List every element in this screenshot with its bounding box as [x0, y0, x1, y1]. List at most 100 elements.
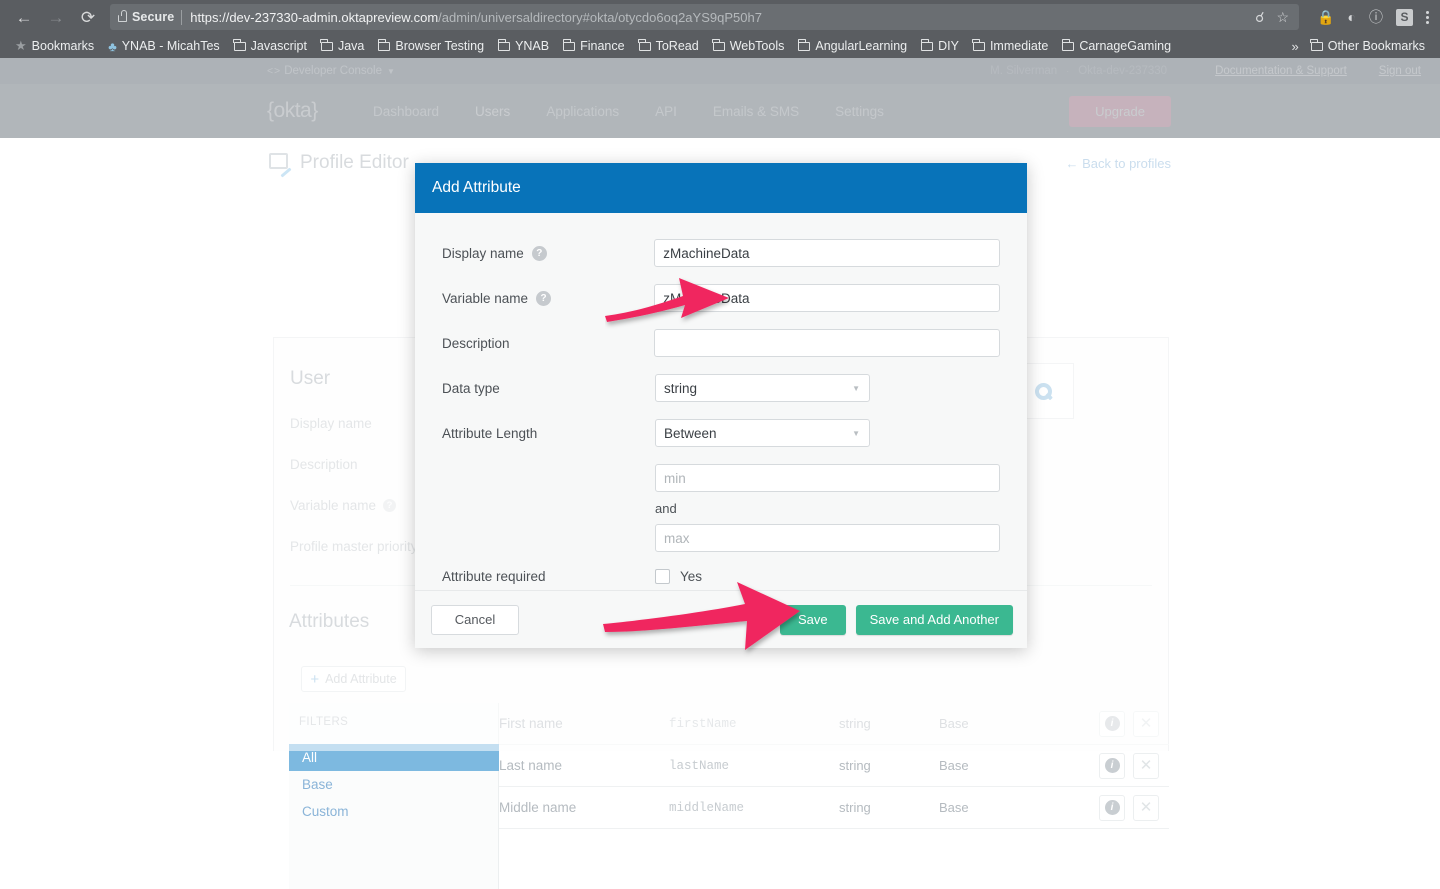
- browser-toolbar: ← → ⟳ Secure https://dev-237330-admin.ok…: [0, 0, 1440, 34]
- bookmark-item[interactable]: ♣ YNAB - MicahTes: [101, 36, 226, 56]
- attribute-required-checkbox-label: Yes: [680, 569, 703, 584]
- tree-icon: ♣: [108, 38, 117, 54]
- browser-chrome: ← → ⟳ Secure https://dev-237330-admin.ok…: [0, 0, 1440, 58]
- display-name-label: Display name: [442, 245, 524, 261]
- table-row[interactable]: Middle name middleName string Base i ✕: [499, 787, 1169, 829]
- bookmark-label: YNAB - MicahTes: [121, 39, 220, 53]
- back-icon[interactable]: ←: [8, 3, 40, 31]
- back-to-profiles-link[interactable]: ← Back to profiles: [1066, 156, 1172, 171]
- attributes-section-title: Attributes: [289, 611, 370, 632]
- documentation-support-link[interactable]: Documentation & Support: [1215, 65, 1347, 77]
- bookmarks-overflow-icon[interactable]: »: [1287, 39, 1304, 54]
- kebab-menu-icon[interactable]: [1426, 10, 1429, 24]
- attribute-required-checkbox[interactable]: [655, 569, 670, 584]
- bookmark-item[interactable]: Immediate: [966, 36, 1055, 56]
- data-type-value: string: [664, 380, 698, 396]
- min-length-input[interactable]: [655, 464, 1000, 492]
- attribute-variable-name: firstName: [669, 716, 737, 731]
- security-label: Secure: [132, 10, 175, 24]
- save-and-add-another-button[interactable]: Save and Add Another: [855, 604, 1013, 635]
- bookmark-item[interactable]: YNAB: [491, 36, 556, 56]
- nav-item-api[interactable]: API: [637, 104, 695, 119]
- bookmark-item[interactable]: AngularLearning: [791, 36, 914, 56]
- cancel-button[interactable]: Cancel: [431, 604, 519, 635]
- bookmark-label: CarnageGaming: [1079, 39, 1172, 53]
- developer-console-switcher[interactable]: < > Developer Console ▼: [267, 65, 395, 77]
- field-label: Variable name: [290, 498, 377, 513]
- help-icon[interactable]: ?: [531, 245, 547, 261]
- extension-badge-icon[interactable]: S: [1396, 8, 1413, 26]
- bookmark-star-icon[interactable]: ☆: [1277, 10, 1290, 24]
- attribute-display-name: Middle name: [499, 800, 577, 815]
- bookmark-item[interactable]: ★ Bookmarks: [8, 36, 101, 56]
- folder-icon: [712, 38, 725, 51]
- info-circle-icon[interactable]: ⓘ: [1369, 10, 1383, 24]
- okta-logo[interactable]: {okta}: [267, 99, 318, 123]
- help-icon[interactable]: ?: [383, 499, 397, 512]
- display-name-input[interactable]: [654, 239, 1000, 267]
- description-input[interactable]: [654, 329, 1000, 357]
- code-brackets-icon: < >: [267, 65, 280, 77]
- field-row-description: Description: [442, 329, 1000, 357]
- folder-icon: [1310, 38, 1323, 51]
- folder-icon: [497, 38, 511, 51]
- table-row[interactable]: First name firstName string Base i ✕: [499, 703, 1169, 745]
- filter-item-all[interactable]: All: [289, 744, 499, 771]
- display-name-label-group: Display name ?: [442, 245, 654, 261]
- help-icon[interactable]: ?: [536, 290, 552, 306]
- lock-extension-icon[interactable]: 🔒: [1317, 10, 1334, 24]
- attribute-scope: Base: [939, 716, 969, 731]
- max-length-input[interactable]: [655, 524, 1000, 552]
- attribute-delete-button[interactable]: ✕: [1133, 710, 1159, 737]
- table-row[interactable]: Last name lastName string Base i ✕: [499, 745, 1169, 787]
- nav-item-emails-sms[interactable]: Emails & SMS: [695, 104, 817, 119]
- sign-out-link[interactable]: Sign out: [1379, 65, 1421, 77]
- bookmarks-bar: ★ Bookmarks ♣ YNAB - MicahTes Javascript…: [0, 34, 1440, 58]
- bookmark-item[interactable]: CarnageGaming: [1055, 36, 1178, 56]
- nav-item-applications[interactable]: Applications: [528, 104, 637, 119]
- dialog-header: Add Attribute: [415, 163, 1027, 213]
- attribute-length-select[interactable]: Between ▼: [655, 419, 870, 447]
- profile-editor-icon: [269, 153, 292, 178]
- attribute-info-button[interactable]: i: [1099, 752, 1125, 779]
- bookmark-item[interactable]: Browser Testing: [371, 36, 491, 56]
- bookmark-item[interactable]: DIY: [914, 36, 966, 56]
- attribute-delete-button[interactable]: ✕: [1133, 794, 1159, 821]
- variable-name-input[interactable]: [654, 284, 1000, 312]
- account-user-name: M. Silverman: [990, 65, 1058, 77]
- bookmark-item[interactable]: WebTools: [706, 36, 792, 56]
- nav-item-settings[interactable]: Settings: [817, 104, 902, 119]
- filter-item-base[interactable]: Base: [289, 771, 499, 798]
- bookmark-label: Immediate: [989, 39, 1049, 53]
- bookmark-item[interactable]: Java: [314, 36, 371, 56]
- add-attribute-dialog: Add Attribute Display name ? Variable na…: [415, 163, 1027, 648]
- folder-icon: [1061, 38, 1075, 51]
- info-icon: i: [1104, 800, 1120, 815]
- reload-icon[interactable]: ⟳: [72, 3, 104, 31]
- nav-item-dashboard[interactable]: Dashboard: [355, 104, 457, 119]
- attribute-delete-button[interactable]: ✕: [1133, 752, 1159, 779]
- omnibox-divider: [181, 9, 183, 25]
- chevron-down-icon: ▼: [852, 428, 860, 438]
- bookmark-item[interactable]: ToRead: [632, 36, 706, 56]
- upgrade-button[interactable]: Upgrade: [1069, 95, 1171, 127]
- attribute-info-button[interactable]: i: [1099, 710, 1125, 737]
- bookmark-item[interactable]: Finance: [556, 36, 631, 56]
- filter-item-custom[interactable]: Custom: [289, 798, 499, 825]
- attribute-info-button[interactable]: i: [1099, 794, 1125, 821]
- zoom-out-icon[interactable]: ☌: [1255, 10, 1264, 24]
- attribute-variable-name: middleName: [669, 800, 745, 815]
- data-type-select[interactable]: string ▼: [655, 374, 870, 402]
- add-attribute-button[interactable]: + Add Attribute: [301, 666, 406, 692]
- address-bar[interactable]: Secure https://dev-237330-admin.oktaprev…: [110, 4, 1300, 30]
- other-bookmarks-item[interactable]: Other Bookmarks: [1304, 36, 1432, 56]
- dark-mode-icon[interactable]: ◐: [1348, 10, 1356, 24]
- close-icon: ✕: [1139, 799, 1153, 816]
- url-path: /admin/universaldirectory#okta/otycdo6oq…: [438, 9, 762, 25]
- info-icon: i: [1104, 758, 1120, 773]
- nav-item-users[interactable]: Users: [457, 104, 528, 119]
- attribute-required-label: Attribute required: [442, 569, 546, 584]
- lock-icon: [118, 9, 127, 22]
- bookmark-item[interactable]: Javascript: [227, 36, 314, 56]
- save-button[interactable]: Save: [779, 604, 846, 635]
